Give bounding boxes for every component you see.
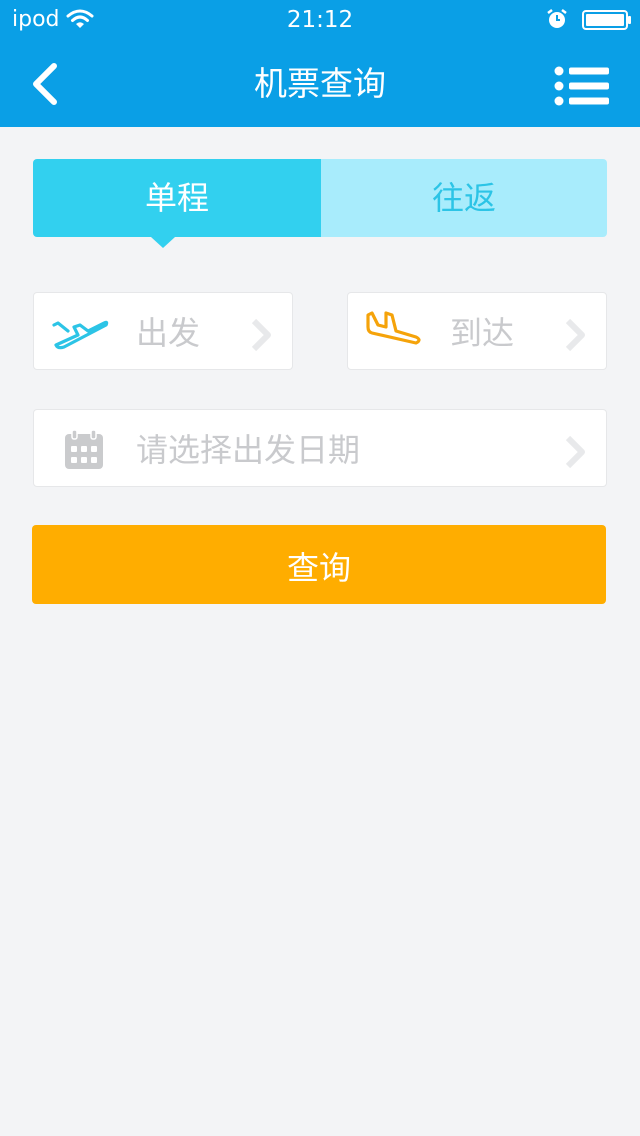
status-bar: ipod 21:12: [0, 0, 640, 40]
menu-button[interactable]: [554, 66, 610, 106]
battery-icon: [582, 10, 631, 30]
departure-date-field[interactable]: 请选择出发日期: [33, 409, 607, 487]
arrival-city-field[interactable]: 到达: [347, 292, 607, 370]
nav-bar: 机票查询: [0, 40, 640, 127]
departure-city-field[interactable]: 出发: [33, 292, 293, 370]
page-title: 机票查询: [254, 64, 386, 103]
date-placeholder: 请选择出发日期: [136, 431, 361, 469]
trip-type-tabs: 单程 往返: [33, 159, 607, 248]
landing-plane-icon: [366, 311, 421, 345]
status-time: 21:12: [286, 7, 354, 33]
tab-round-trip[interactable]: 往返: [321, 159, 607, 237]
arrival-label: 到达: [450, 314, 515, 352]
chevron-right-icon: [251, 318, 271, 352]
search-button[interactable]: 查询: [32, 525, 606, 604]
active-tab-indicator: [151, 237, 175, 248]
chevron-right-icon: [565, 318, 585, 352]
takeoff-plane-icon: [52, 320, 109, 350]
calendar-icon: [65, 430, 103, 469]
alarm-icon: [547, 9, 567, 28]
tab-one-way[interactable]: 单程: [33, 159, 321, 237]
departure-label: 出发: [136, 314, 201, 352]
list-menu-icon: [554, 66, 609, 106]
chevron-right-icon: [565, 435, 585, 469]
